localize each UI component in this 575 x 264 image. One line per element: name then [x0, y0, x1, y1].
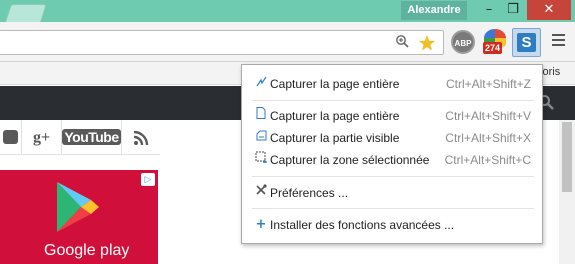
screenshot-extension-menu: Capturer la page entière Ctrl+Alt+Shift+… — [241, 64, 543, 244]
menu-item-capture-full-page-alt[interactable]: Capturer la page entière Ctrl+Alt+Shift+… — [242, 73, 542, 95]
menu-item-install-advanced[interactable]: + Installer des fonctions avancées ... — [242, 214, 542, 236]
browser-toolbar: ★ ABP 274 S — [0, 22, 575, 62]
zoom-icon[interactable] — [395, 34, 409, 52]
menu-item-label: Capturer la page entière — [270, 77, 400, 91]
menu-item-label: Capturer la partie visible — [270, 131, 400, 145]
extension-badge-count: 274 — [483, 42, 503, 54]
scribble-icon — [255, 73, 267, 95]
menu-item-label: Capturer la zone sélectionnée — [270, 153, 430, 167]
bookmark-star-icon[interactable]: ★ — [418, 31, 436, 55]
menu-separator — [252, 208, 534, 209]
page-icon — [255, 105, 267, 127]
screenshot-s-icon: S — [517, 33, 536, 52]
notification-extension-icon[interactable]: 274 — [482, 29, 508, 55]
menu-item-label: Installer des fonctions avancées ... — [270, 218, 455, 232]
menu-separator — [252, 176, 534, 177]
menu-item-capture-full-page[interactable]: Capturer la page entière Ctrl+Alt+Shift+… — [242, 105, 542, 127]
youtube-icon[interactable]: YouTube — [62, 120, 122, 155]
menu-item-capture-selection[interactable]: Capturer la zone sélectionnée Ctrl+Alt+S… — [242, 149, 542, 171]
scrollbar-thumb[interactable] — [562, 122, 572, 192]
google-play-logo-icon — [55, 180, 101, 239]
visible-area-icon — [255, 127, 267, 149]
menu-item-capture-visible[interactable]: Capturer la partie visible Ctrl+Alt+Shif… — [242, 127, 542, 149]
instagram-icon[interactable] — [0, 120, 22, 155]
title-bar: Alexandre – ❐ ✕ — [0, 0, 575, 22]
adblock-plus-icon[interactable]: ABP — [451, 30, 475, 54]
screenshot-extension-button[interactable]: S — [512, 28, 541, 57]
google-plus-icon[interactable]: g+ — [22, 120, 62, 155]
tools-icon — [255, 182, 267, 204]
profile-name-badge[interactable]: Alexandre — [401, 1, 467, 20]
plus-icon: + — [255, 217, 267, 232]
menu-item-shortcut: Ctrl+Alt+Shift+X — [445, 131, 531, 145]
menu-separator — [252, 100, 534, 101]
rss-icon[interactable] — [122, 120, 160, 155]
youtube-label: YouTube — [62, 129, 121, 145]
menu-item-shortcut: Ctrl+Alt+Shift+C — [444, 153, 531, 167]
menu-item-preferences[interactable]: Préférences ... — [242, 182, 542, 204]
menu-item-shortcut: Ctrl+Alt+Shift+Z — [445, 77, 531, 91]
social-links: g+ YouTube — [0, 120, 160, 155]
maximize-button[interactable]: ❐ — [500, 0, 526, 20]
selection-icon — [255, 149, 267, 171]
browser-tab[interactable] — [5, 4, 47, 22]
close-button[interactable]: ✕ — [527, 0, 571, 20]
menu-item-label: Capturer la page entière — [270, 109, 400, 123]
adchoices-icon[interactable]: ▷ — [141, 173, 155, 186]
chrome-menu-icon[interactable] — [552, 34, 565, 46]
minimize-button[interactable]: – — [476, 0, 502, 20]
google-play-label: Google play — [44, 242, 130, 259]
menu-item-shortcut: Ctrl+Alt+Shift+V — [445, 109, 531, 123]
google-play-ad[interactable]: ▷ Google play — [0, 170, 158, 264]
address-bar[interactable]: ★ — [0, 30, 444, 55]
menu-item-label: Préférences ... — [270, 186, 349, 200]
page-scrollbar[interactable] — [559, 120, 575, 264]
